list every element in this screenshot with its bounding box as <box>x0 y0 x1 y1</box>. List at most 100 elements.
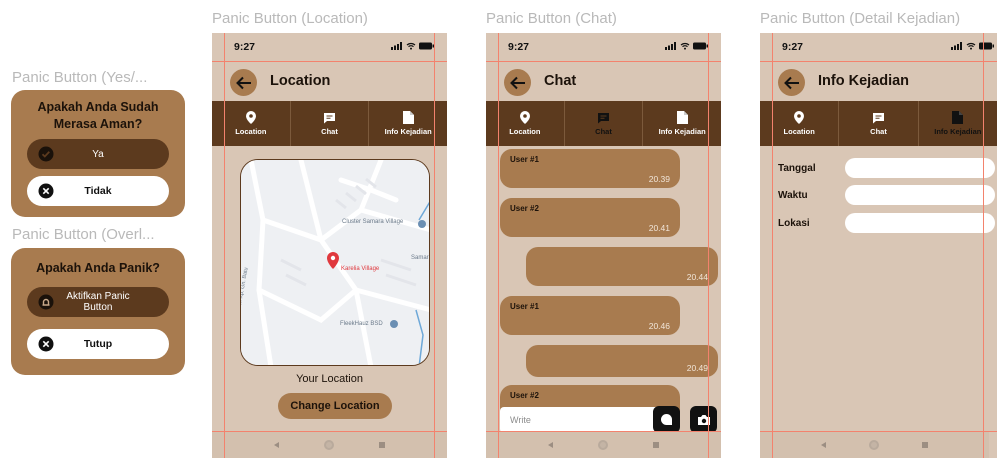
nav-home-icon[interactable] <box>597 440 608 450</box>
android-navbar <box>212 432 447 458</box>
guide-line <box>772 33 773 458</box>
signal-icon <box>665 42 676 50</box>
x-circle-icon <box>37 182 55 200</box>
guide-line <box>486 61 721 62</box>
battery-icon <box>979 42 994 50</box>
guide-line <box>760 61 997 62</box>
activate-panic-button[interactable]: Aktifkan Panic Button <box>27 287 169 317</box>
safe-dialog-title-line2: Merasa Aman? <box>53 117 143 131</box>
message-time: 20.49 <box>686 363 708 373</box>
lokasi-input[interactable] <box>845 213 995 233</box>
page-title: Location <box>270 73 331 89</box>
back-button[interactable] <box>778 69 805 96</box>
nav-recent-icon[interactable] <box>921 442 928 448</box>
message-time: 20.44 <box>686 272 708 282</box>
tab-location-label: Location <box>509 127 541 136</box>
tab-bar: Location Chat Info Kejadian <box>760 101 997 146</box>
tab-chat-label: Chat <box>321 126 338 136</box>
chat-message-own[interactable]: 20.44 <box>526 247 718 286</box>
nav-home-icon[interactable] <box>323 440 334 450</box>
battery-icon <box>419 42 434 50</box>
waktu-input[interactable] <box>845 185 995 205</box>
no-button[interactable]: Tidak <box>27 176 169 206</box>
tab-chat-label: Chat <box>870 126 887 136</box>
tab-chat[interactable]: Chat <box>839 101 919 146</box>
map-pin-icon <box>519 111 530 124</box>
tab-info[interactable]: Info Kejadian <box>643 101 721 146</box>
message-user: User #1 <box>510 155 539 164</box>
close-button-label: Tutup <box>83 338 113 350</box>
status-bar: 9:27 <box>782 41 994 55</box>
location-screen: 9:27 Location Location Chat Info Kejadia… <box>212 33 447 458</box>
document-icon <box>402 111 414 124</box>
message-user: User #1 <box>510 302 539 311</box>
x-circle-icon <box>37 335 55 353</box>
your-location-label: Your Location <box>296 373 363 385</box>
nav-back-icon[interactable] <box>821 442 827 448</box>
tab-location-label: Location <box>783 127 815 136</box>
frame-label-location: Panic Button (Location) <box>212 10 368 27</box>
chat-message[interactable]: User #1 20.39 <box>500 149 680 188</box>
header: Chat <box>486 66 721 98</box>
panic-dialog-title: Apakah Anda Panik? <box>36 261 160 275</box>
status-time: 9:27 <box>782 41 804 53</box>
nav-recent-icon[interactable] <box>652 442 659 448</box>
system-icons <box>951 42 995 50</box>
frame-label-yes-no: Panic Button (Yes/... <box>12 69 148 86</box>
chat-screen: 9:27 Chat Location Chat Info Kejadian Us… <box>486 33 721 458</box>
tanggal-input[interactable] <box>845 158 995 178</box>
map-label-place1: Cluster Samara Village <box>342 219 404 225</box>
chat-message[interactable]: User #2 20.41 <box>500 198 680 237</box>
wifi-icon <box>406 42 416 50</box>
nav-back-icon[interactable] <box>274 442 280 448</box>
guide-line <box>212 61 447 62</box>
close-button[interactable]: Tutup <box>27 329 169 359</box>
status-time: 9:27 <box>234 41 256 53</box>
message-input[interactable]: Write <box>500 407 660 433</box>
nav-home-icon[interactable] <box>868 440 879 450</box>
check-circle-icon <box>37 145 55 163</box>
signal-icon <box>951 42 962 50</box>
map-view[interactable]: Cluster Samara Village Karelia Village S… <box>240 159 430 366</box>
arrow-left-icon <box>783 76 799 89</box>
chat-message[interactable]: User #1 20.46 <box>500 296 680 335</box>
nav-recent-icon[interactable] <box>378 442 385 448</box>
waktu-label: Waktu <box>778 190 808 201</box>
arrow-left-icon <box>235 76 251 89</box>
page-title: Chat <box>544 73 577 89</box>
map-pin-icon <box>245 111 256 124</box>
tanggal-label: Tanggal <box>778 163 816 174</box>
chat-message-own[interactable]: 20.49 <box>526 345 718 377</box>
change-location-button[interactable]: Change Location <box>278 393 392 419</box>
safe-dialog-title-line1: Apakah Anda Sudah <box>37 100 159 114</box>
tab-chat[interactable]: Chat <box>565 101 644 146</box>
document-icon <box>676 111 688 124</box>
back-button[interactable] <box>230 69 257 96</box>
chat-bubble-icon <box>324 112 335 123</box>
tab-chat-label: Chat <box>595 126 612 136</box>
page-title: Info Kejadian <box>818 73 910 89</box>
safe-dialog: Apakah Anda Sudah Merasa Aman? Ya Tidak <box>11 90 185 217</box>
message-user: User #2 <box>510 391 539 400</box>
panic-dialog: Apakah Anda Panik? Aktifkan Panic Button… <box>11 248 185 375</box>
map-label-place3: Samar <box>411 255 429 261</box>
message-time: 20.46 <box>648 321 670 331</box>
yes-button[interactable]: Ya <box>27 139 169 169</box>
guide-line <box>498 33 499 458</box>
status-bar: 9:27 <box>508 41 709 55</box>
tab-info-label: Info Kejadian <box>658 127 706 136</box>
back-button[interactable] <box>504 69 531 96</box>
message-placeholder: Write <box>510 415 531 425</box>
signal-icon <box>391 42 402 50</box>
map-label-place2: Karelia Village <box>341 266 380 272</box>
battery-icon <box>693 42 708 50</box>
arrow-left-icon <box>509 76 525 89</box>
status-bar: 9:27 <box>234 41 435 55</box>
tab-info[interactable]: Info Kejadian <box>919 101 997 146</box>
camera-button[interactable] <box>690 406 717 433</box>
tab-info[interactable]: Info Kejadian <box>369 101 447 146</box>
send-button[interactable] <box>653 406 680 433</box>
tab-chat[interactable]: Chat <box>291 101 370 146</box>
tab-location-label: Location <box>235 127 267 136</box>
nav-back-icon[interactable] <box>548 442 554 448</box>
